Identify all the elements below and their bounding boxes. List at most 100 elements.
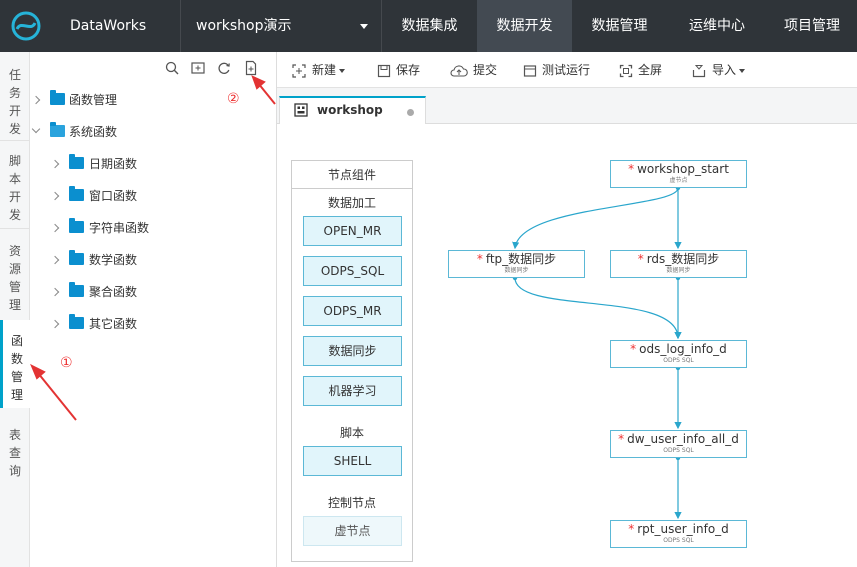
chevron-right-icon[interactable] xyxy=(50,255,60,265)
editor-toolbar: 新建 保存 提交 测试运行 全屏 导入 xyxy=(277,52,857,88)
new-button[interactable]: 新建 xyxy=(291,52,346,88)
tree-item-label: 其它函数 xyxy=(89,317,138,331)
new-label: 新建 xyxy=(312,63,337,77)
fullscreen-label: 全屏 xyxy=(638,63,663,77)
chevron-right-icon[interactable] xyxy=(50,159,60,169)
fullscreen-icon xyxy=(619,64,633,77)
chevron-right-icon[interactable] xyxy=(50,191,60,201)
search-icon[interactable] xyxy=(164,60,180,76)
node-type: ODPS SQL xyxy=(663,447,694,454)
tab-resource-management[interactable]: 资源管理 xyxy=(0,234,30,316)
tab-task-development[interactable]: 任务开发 xyxy=(0,56,30,136)
tab-label: 任务开发 xyxy=(8,68,21,136)
palette-node-machine-learning[interactable]: 机器学习 xyxy=(303,376,402,406)
left-vertical-tabs: 任务开发 脚本开发 资源管理 函数管理 表查询 xyxy=(0,52,31,567)
node-name: * rds_数据同步 xyxy=(637,252,720,266)
node-name: * workshop_start xyxy=(628,162,729,176)
palette-node-virtual[interactable]: 虚节点 xyxy=(303,516,402,546)
divider xyxy=(180,0,181,52)
new-folder-icon[interactable] xyxy=(190,60,206,76)
palette-node-open-mr[interactable]: OPEN_MR xyxy=(303,216,402,246)
tree-item-aggregate-functions[interactable]: 聚合函数 xyxy=(30,282,270,302)
node-rpt-user-info-d[interactable]: * rpt_user_info_d ODPS SQL xyxy=(610,520,747,548)
palette-title: 节点组件 xyxy=(327,168,376,182)
tab-label: 表查询 xyxy=(8,428,21,478)
import-label: 导入 xyxy=(712,63,737,77)
dataworks-logo-icon[interactable] xyxy=(8,8,44,44)
chevron-right-icon[interactable] xyxy=(50,223,60,233)
save-icon xyxy=(377,64,391,77)
node-name: * ods_log_info_d xyxy=(630,342,727,356)
folder-icon xyxy=(69,282,84,297)
tree-item-date-functions[interactable]: 日期函数 xyxy=(30,154,270,174)
refresh-icon[interactable] xyxy=(216,60,232,76)
tab-label: 资源管理 xyxy=(8,244,21,312)
node-type: ODPS SQL xyxy=(663,537,694,544)
nav-data-integration[interactable]: 数据集成 xyxy=(382,0,477,52)
tab-label: 函数管理 xyxy=(10,334,23,402)
top-navigation-bar: DataWorks workshop演示 数据集成 数据开发 数据管理 运维中心… xyxy=(0,0,857,52)
annotation-marker-1: ① xyxy=(60,355,73,371)
fullscreen-button[interactable]: 全屏 xyxy=(619,52,662,88)
nav-data-development[interactable]: 数据开发 xyxy=(477,0,572,52)
divider xyxy=(0,140,30,141)
node-name: * dw_user_info_all_d xyxy=(618,432,739,446)
chevron-down-icon xyxy=(339,68,346,73)
cloud-upload-icon xyxy=(450,64,468,77)
new-icon xyxy=(292,63,306,78)
node-workshop-start[interactable]: * workshop_start 虚节点 xyxy=(610,160,747,188)
tree-item-label: 字符串函数 xyxy=(89,221,150,235)
folder-icon xyxy=(69,154,84,169)
node-ftp-sync[interactable]: * ftp_数据同步 数据同步 xyxy=(448,250,585,278)
tree-item-string-functions[interactable]: 字符串函数 xyxy=(30,218,270,238)
nav-data-management[interactable]: 数据管理 xyxy=(572,0,667,52)
new-file-icon[interactable] xyxy=(243,60,259,76)
project-selector[interactable]: workshop演示 xyxy=(196,0,292,52)
folder-icon xyxy=(69,218,84,233)
tree-item-label: 日期函数 xyxy=(89,157,138,171)
chevron-right-icon[interactable] xyxy=(31,95,41,105)
tree-item-math-functions[interactable]: 数学函数 xyxy=(30,250,270,270)
close-icon[interactable] xyxy=(407,109,414,116)
tree-item-label: 数学函数 xyxy=(89,253,138,267)
chevron-right-icon[interactable] xyxy=(50,287,60,297)
divider xyxy=(0,228,30,229)
nav-project-management[interactable]: 项目管理 xyxy=(767,0,857,52)
palette-node-odps-sql[interactable]: ODPS_SQL xyxy=(303,256,402,286)
test-run-icon xyxy=(523,64,537,77)
node-name: * rpt_user_info_d xyxy=(628,522,729,536)
chevron-down-icon[interactable] xyxy=(31,124,41,134)
tree-item-window-functions[interactable]: 窗口函数 xyxy=(30,186,270,206)
tree-item-label: 聚合函数 xyxy=(89,285,138,299)
folder-icon xyxy=(50,90,65,105)
nav-operation-center[interactable]: 运维中心 xyxy=(667,0,767,52)
node-dw-user-info-all-d[interactable]: * dw_user_info_all_d ODPS SQL xyxy=(610,430,747,458)
import-button[interactable]: 导入 xyxy=(692,52,746,88)
palette-section-script: 脚本 xyxy=(339,426,364,440)
submit-button[interactable]: 提交 xyxy=(450,52,497,88)
palette-node-shell[interactable]: SHELL xyxy=(303,446,402,476)
tree-item-label: 窗口函数 xyxy=(89,189,138,203)
tree-item-other-functions[interactable]: 其它函数 xyxy=(30,314,270,334)
tab-script-development[interactable]: 脚本开发 xyxy=(0,144,30,224)
palette-node-odps-mr[interactable]: ODPS_MR xyxy=(303,296,402,326)
chevron-down-icon[interactable] xyxy=(360,24,368,29)
node-rds-sync[interactable]: * rds_数据同步 数据同步 xyxy=(610,250,747,278)
folder-icon xyxy=(69,314,84,329)
palette-node-data-sync[interactable]: 数据同步 xyxy=(303,336,402,366)
node-type: ODPS SQL xyxy=(663,357,694,364)
tree-item-label: 系统函数 xyxy=(69,125,118,139)
tree-item-system-functions[interactable]: 系统函数 xyxy=(30,122,270,142)
import-icon xyxy=(692,64,706,77)
test-run-button[interactable]: 测试运行 xyxy=(523,52,590,88)
tab-function-management[interactable]: 函数管理 xyxy=(0,320,31,408)
tab-workshop[interactable]: workshop xyxy=(279,96,426,125)
save-button[interactable]: 保存 xyxy=(377,52,420,88)
palette-section-data-processing: 数据加工 xyxy=(327,196,376,210)
tab-label: 脚本开发 xyxy=(8,154,21,222)
tab-table-query[interactable]: 表查询 xyxy=(0,418,30,478)
chevron-right-icon[interactable] xyxy=(50,319,60,329)
tab-label: workshop xyxy=(317,103,383,117)
node-ods-log-info-d[interactable]: * ods_log_info_d ODPS SQL xyxy=(610,340,747,368)
brand-name[interactable]: DataWorks xyxy=(70,0,146,52)
